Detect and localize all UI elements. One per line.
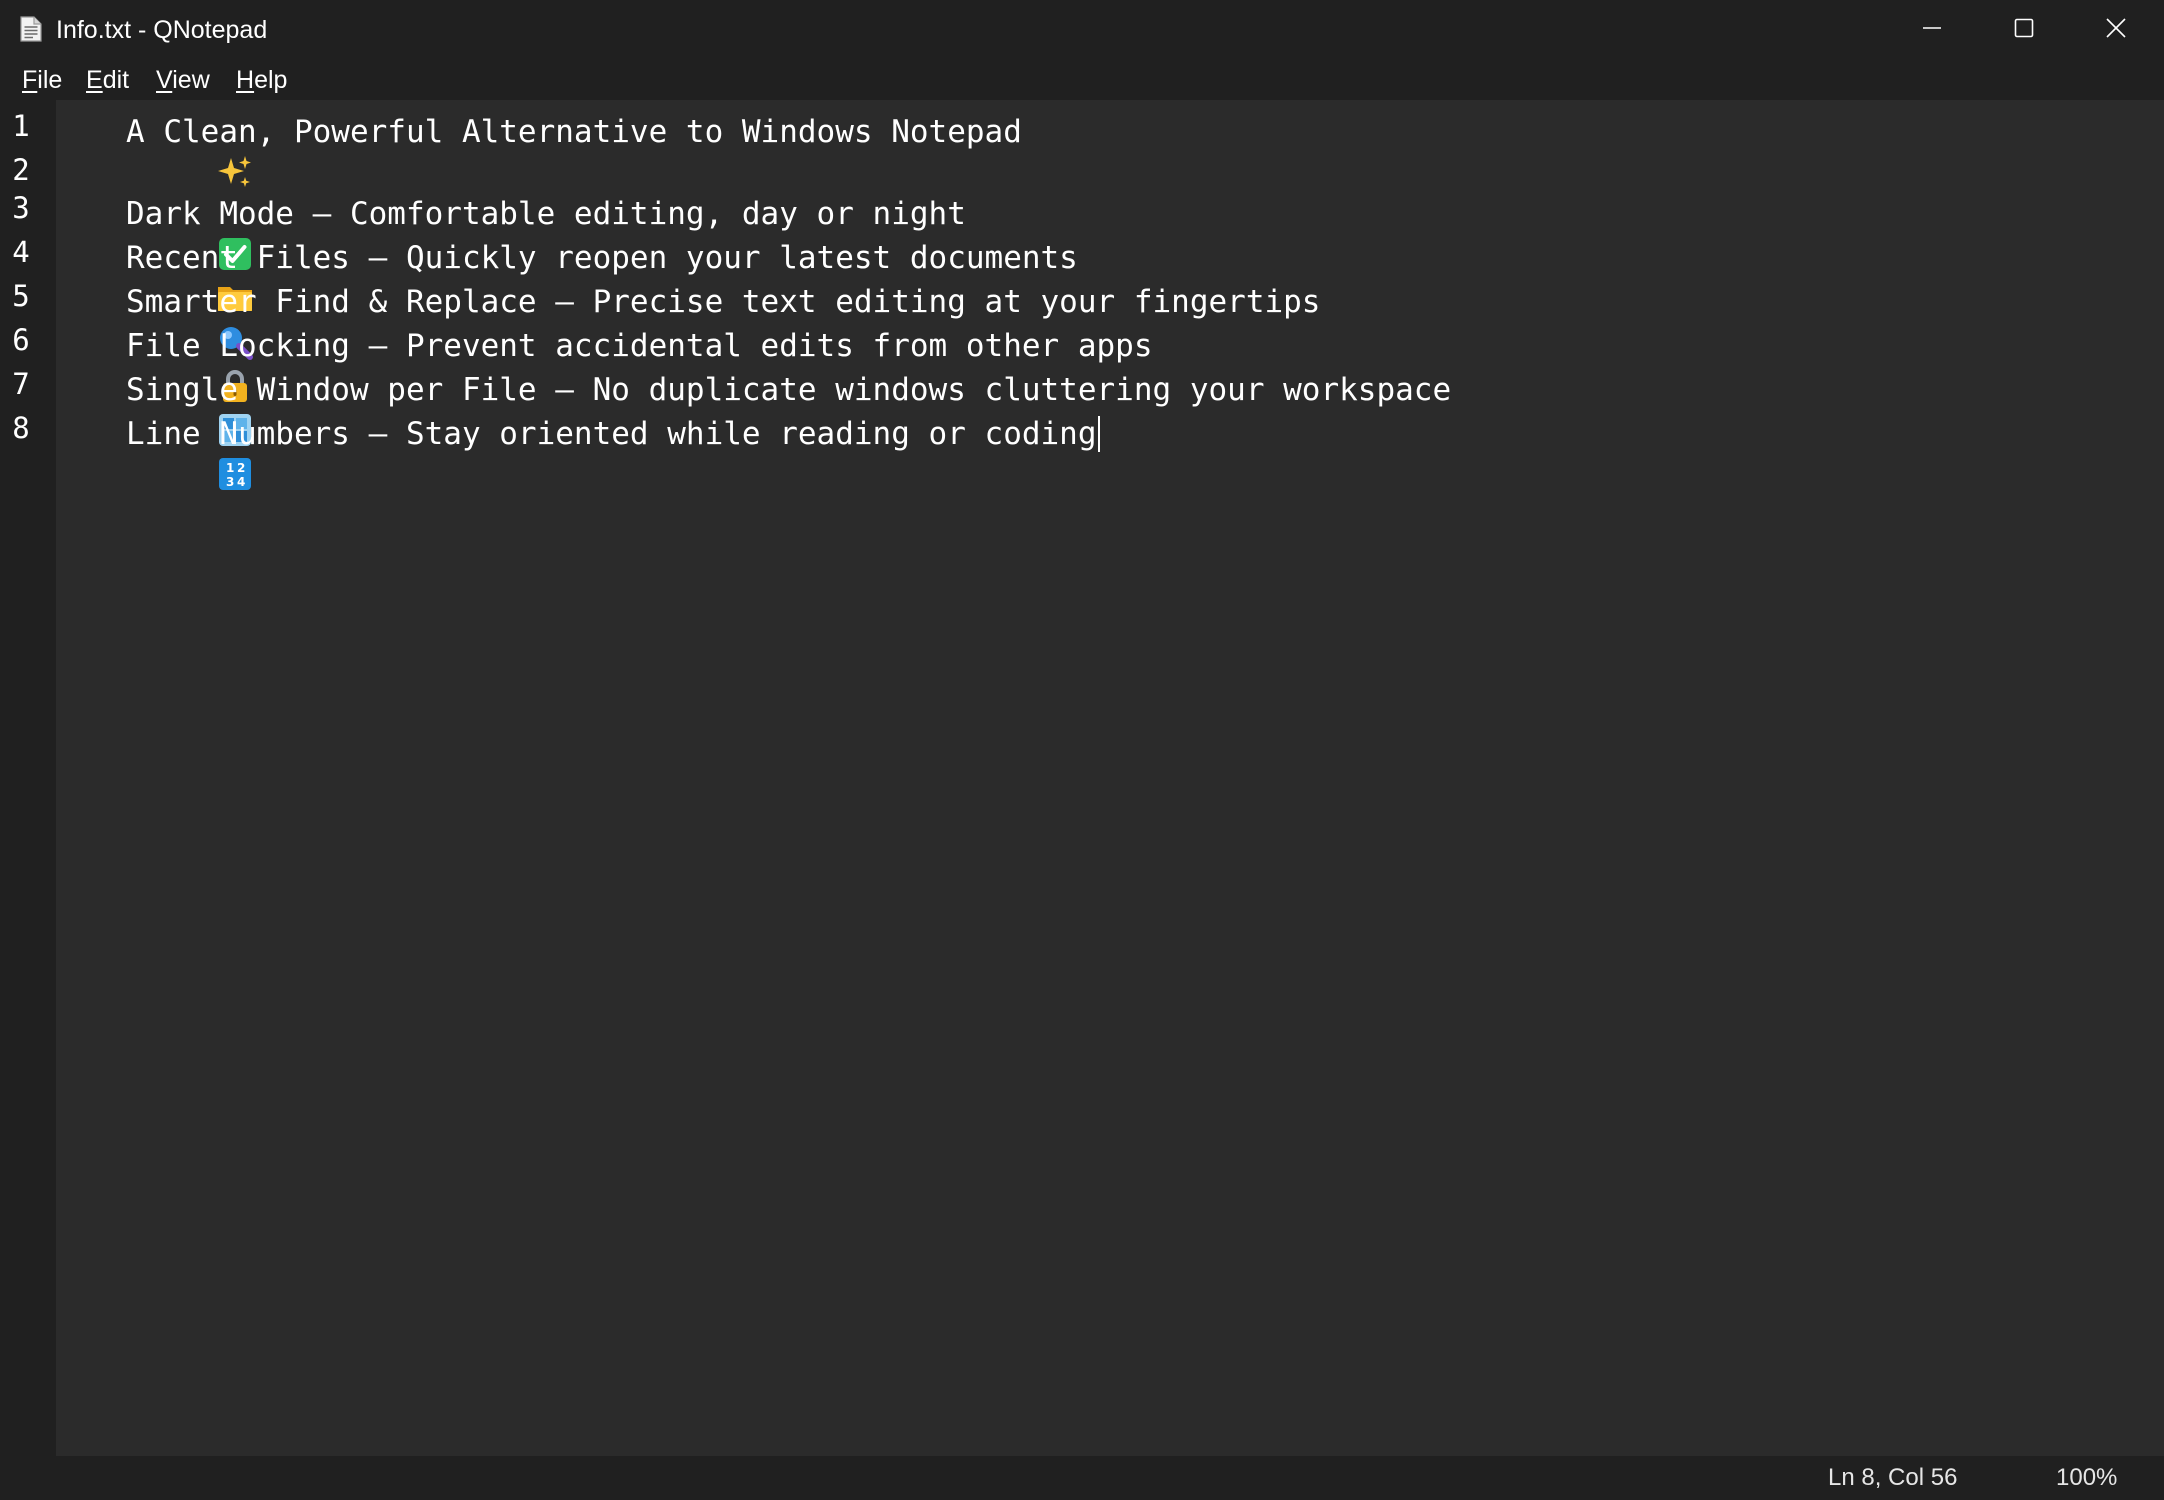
document-icon [20,16,42,42]
menu-file[interactable]: File [22,64,62,96]
text-caret [1097,416,1100,452]
line-number: 1 [12,109,30,143]
svg-text:4: 4 [237,475,245,489]
svg-text:3: 3 [226,475,234,489]
line-number: 2 [12,153,30,187]
line-number: 3 [12,191,30,225]
folder-icon [68,240,253,311]
sparkles-icon [68,114,252,187]
svg-text:1: 1 [226,461,234,475]
menu-view[interactable]: View [156,64,210,96]
text-line: Dark Mode – Comfortable editing, day or … [68,194,966,270]
numbers-icon: 1 2 3 4 [68,416,252,490]
status-bar: Ln 8, Col 56 100% [0,1456,2164,1500]
line-number: 7 [12,367,30,401]
text-line: 1 2 3 4 Line Numbers – Stay oriented whi… [68,414,1100,490]
magnifier-icon [68,284,254,360]
maximize-icon [2013,17,2035,44]
line-number: 8 [12,411,30,445]
minimize-icon [1921,17,1943,44]
svg-text:2: 2 [237,461,245,475]
window-icon [68,372,252,446]
text-line: A Clean, Powerful Alternative to Windows… [68,112,1022,187]
zoom-level: 100% [2056,1464,2118,1491]
close-icon [2105,17,2127,44]
line-number: 6 [12,323,30,357]
text-editor[interactable]: A Clean, Powerful Alternative to Windows… [56,100,2164,1456]
maximize-button[interactable] [1978,0,2070,60]
text-line: Smarter Find & Replace – Precise text ed… [68,282,1320,360]
text-line: File Locking – Prevent accidental edits … [68,326,1153,402]
menu-edit[interactable]: Edit [86,64,129,96]
check-mark-icon [68,196,252,270]
title-bar[interactable]: Info.txt - QNotepad [0,0,2164,60]
text-line: Single Window per File – No duplicate wi… [68,370,1451,446]
window-title: Info.txt - QNotepad [56,16,268,44]
lock-icon [68,328,248,402]
menu-help[interactable]: Help [236,64,287,96]
close-button[interactable] [2070,0,2162,60]
line-number-gutter: 1 2 3 4 5 6 7 8 [0,100,56,1456]
line-number: 4 [12,235,30,269]
text-line: Recent Files – Quickly reopen your lates… [68,238,1078,311]
minimize-button[interactable] [1886,0,1978,60]
notepad-window: Info.txt - QNotepad File Edit View Help [0,0,2164,1500]
line-number: 5 [12,279,30,313]
cursor-position: Ln 8, Col 56 [1828,1464,1958,1491]
menu-bar: File Edit View Help [0,60,2164,100]
